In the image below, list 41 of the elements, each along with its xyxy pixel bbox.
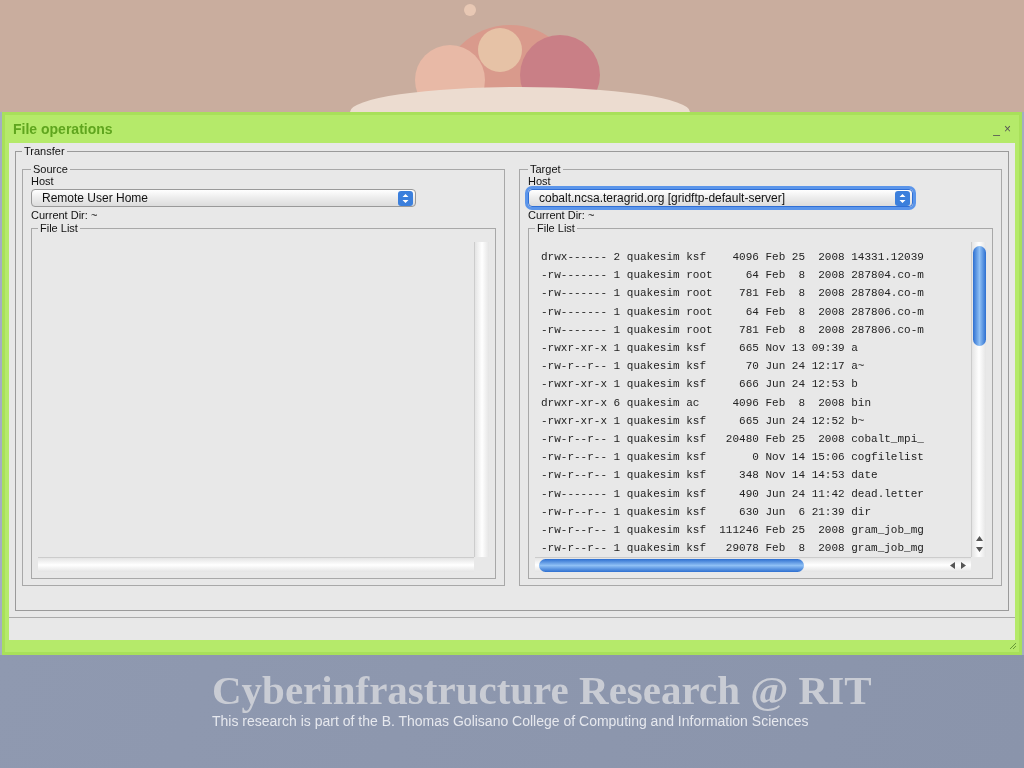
horizontal-scrollbar[interactable]	[38, 557, 474, 573]
host-select[interactable]: cobalt.ncsa.teragrid.org [gridftp-default-server]	[528, 189, 913, 207]
file-entry[interactable]: -rw------- 1 quakesim root 781 Feb 8 2008 287806.co-m	[541, 320, 971, 339]
file-entry[interactable]: -rw-r--r-- 1 quakesim ksf 20480 Feb 25 2008 cobalt_mpi_	[541, 430, 971, 449]
file-entry[interactable]: -rw------- 1 quakesim root 781 Feb 8 2008 287804.co-m	[541, 284, 971, 303]
file-list-legend: File List	[38, 222, 80, 234]
group-legend: Transfer	[22, 145, 67, 157]
minimize-button[interactable]: _	[993, 122, 1000, 136]
horizontal-scrollbar[interactable]	[535, 557, 971, 573]
file-entry[interactable]: -rw------- 1 quakesim ksf 490 Jun 24 11:42 dead.letter	[541, 484, 971, 503]
current-dir-label: Current Dir: ~	[528, 209, 596, 222]
host-select[interactable]: Remote User Home	[31, 189, 416, 207]
scroll-thumb[interactable]	[972, 246, 986, 346]
file-entry[interactable]: -rwxr-xr-x 1 quakesim ksf 665 Nov 13 09:39 a	[541, 339, 971, 358]
file-entry[interactable]: -rw-r--r-- 1 quakesim ksf 29078 Feb 8 2008 gram_job_mg	[541, 539, 971, 558]
stepper-icon	[895, 190, 910, 206]
panel-legend: Target	[528, 163, 563, 175]
scroll-thumb[interactable]	[539, 558, 804, 572]
file-list-legend: File List	[535, 222, 577, 234]
resize-grip-icon[interactable]	[1009, 642, 1017, 650]
file-entry[interactable]: -rw------- 1 quakesim root 64 Feb 8 2008 287806.co-m	[541, 302, 971, 321]
host-label: Host	[528, 175, 552, 188]
host-label: Host	[31, 175, 55, 188]
file-entry[interactable]: -rw-r--r-- 1 quakesim ksf 348 Nov 14 14:53 date	[541, 466, 971, 485]
file-entry[interactable]: -rw-r--r-- 1 quakesim ksf 630 Jun 6 21:39 dir	[541, 502, 971, 522]
file-entry[interactable]: -rwxr-xr-x 1 quakesim ksf 665 Jun 24 12:52 b~	[541, 411, 971, 431]
slide-subtitle: This research is part of the B. Thomas Golisano College of Computing and Information Sciences	[212, 713, 809, 729]
file-entry[interactable]: -rw-r--r-- 1 quakesim ksf 70 Jun 24 12:17 a~	[541, 357, 971, 376]
vertical-scrollbar[interactable]	[474, 242, 489, 558]
file-entry[interactable]: -rw-r--r-- 1 quakesim ksf 111246 Feb 25 2008 gram_job_mg	[541, 521, 971, 540]
close-button[interactable]: ×	[1004, 122, 1011, 136]
file-entry[interactable]: drwxr-xr-x 6 quakesim ac 4096 Feb 8 2008 bin	[541, 393, 971, 412]
file-entry[interactable]: drwx------ 2 quakesim ksf 4096 Feb 25 2008 14331.12039	[541, 248, 971, 267]
file-entry[interactable]: -rw-r--r-- 1 quakesim ksf 0 Nov 14 15:06 cogfilelist	[541, 448, 971, 467]
stepper-icon	[398, 190, 413, 206]
vertical-scrollbar[interactable]	[971, 242, 986, 558]
window-title: File operations	[13, 121, 113, 137]
file-entry[interactable]: -rw------- 1 quakesim root 64 Feb 8 2008 287804.co-m	[541, 266, 971, 285]
panel-legend: Source	[31, 163, 70, 175]
file-entry[interactable]: -rwxr-xr-x 1 quakesim ksf 666 Jun 24 12:53 b	[541, 375, 971, 394]
current-dir-label: Current Dir: ~	[31, 209, 99, 222]
